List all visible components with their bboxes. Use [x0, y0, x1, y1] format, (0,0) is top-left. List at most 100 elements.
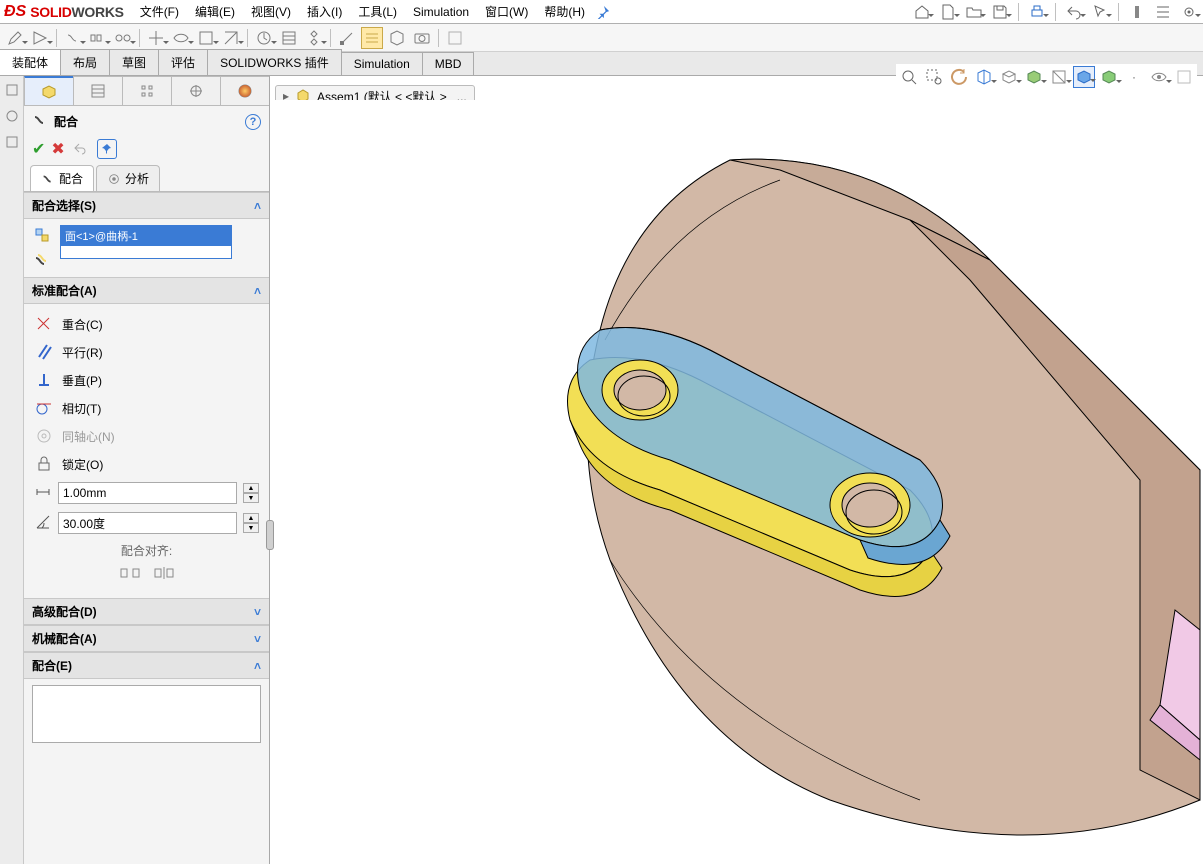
mate-perpendicular-label: 垂直(P) [62, 372, 102, 389]
open-icon[interactable] [964, 2, 984, 22]
distance-input[interactable] [58, 482, 237, 504]
menu-tools[interactable]: 工具(L) [350, 0, 405, 23]
tab-layout[interactable]: 布局 [60, 49, 110, 75]
zoom-area-icon[interactable] [923, 66, 945, 88]
subtab-analyze[interactable]: 分析 [96, 165, 160, 191]
subtab-mate[interactable]: 配合 [30, 165, 94, 191]
mate-perpendicular[interactable]: 垂直(P) [32, 366, 261, 394]
panel-resize-handle[interactable] [266, 520, 274, 550]
distance-icon [34, 483, 52, 504]
menu-window[interactable]: 窗口(W) [477, 0, 536, 23]
subtab-analyze-label: 分析 [125, 170, 149, 187]
distance-spin[interactable]: ▲▼ [243, 483, 259, 503]
entities-icon[interactable] [32, 225, 52, 245]
menu-help[interactable]: 帮助(H) [536, 0, 593, 23]
menu-edit[interactable]: 编辑(E) [187, 0, 243, 23]
mate-coincident[interactable]: 重合(C) [32, 310, 261, 338]
mate-parallel[interactable]: 平行(R) [32, 338, 261, 366]
view-orientation-icon[interactable] [998, 66, 1020, 88]
options-list-icon[interactable] [1153, 2, 1173, 22]
multi-mate-icon[interactable] [32, 251, 52, 271]
undo-button[interactable] [71, 139, 91, 159]
mate-coincident-label: 重合(C) [62, 316, 103, 333]
edit-appearance-icon[interactable] [1073, 66, 1095, 88]
cmd-speedpak-icon[interactable] [361, 27, 383, 49]
tab-evaluate[interactable]: 评估 [158, 49, 208, 75]
home-icon[interactable] [912, 2, 932, 22]
cmd-camera-icon[interactable] [411, 27, 433, 49]
cmd-extra-icon[interactable] [444, 27, 466, 49]
mates-list-box[interactable] [32, 685, 261, 743]
tab-sketch[interactable]: 草图 [109, 49, 159, 75]
strip-icon-3[interactable] [2, 132, 22, 152]
apply-scene-icon[interactable] [1098, 66, 1120, 88]
cmd-linear-pattern-icon[interactable] [87, 27, 109, 49]
manager-tab-config[interactable] [122, 76, 172, 105]
align-anti-icon[interactable] [154, 563, 174, 583]
mate-concentric[interactable]: 同轴心(N) [32, 422, 261, 450]
group-advanced-header[interactable]: 高级配合(D) ˅ [24, 598, 269, 625]
manager-tab-render[interactable] [220, 76, 269, 105]
new-doc-icon[interactable] [938, 2, 958, 22]
tab-addins[interactable]: SOLIDWORKS 插件 [207, 49, 342, 75]
property-manager-panel: 配合 ? ✔ ✖ 配合 分析 配合选择(S) ˄ [0, 76, 270, 864]
align-same-icon[interactable] [120, 563, 140, 583]
zoom-fit-icon[interactable] [898, 66, 920, 88]
cmd-snapshot-icon[interactable] [386, 27, 408, 49]
cmd-new-motion-study-icon[interactable] [253, 27, 275, 49]
menu-insert[interactable]: 插入(I) [299, 0, 350, 23]
rebuild-icon[interactable] [1127, 2, 1147, 22]
settings-gear-icon[interactable] [1179, 2, 1199, 22]
mate-lock[interactable]: 锁定(O) [32, 450, 261, 478]
cmd-instant3d-icon[interactable] [336, 27, 358, 49]
menu-view[interactable]: 视图(V) [243, 0, 299, 23]
select-icon[interactable] [1090, 2, 1110, 22]
selection-entry[interactable]: 面<1>@曲柄-1 [61, 226, 231, 246]
hide-show-items-icon[interactable] [1048, 66, 1070, 88]
view-settings-icon[interactable] [1148, 66, 1170, 88]
group-selection-header[interactable]: 配合选择(S) ˄ [24, 192, 269, 219]
pin-menu-icon[interactable] [593, 2, 613, 22]
selection-list[interactable]: 面<1>@曲柄-1 [60, 225, 232, 259]
strip-icon-2[interactable] [2, 106, 22, 126]
manager-tab-property[interactable] [73, 76, 123, 105]
save-icon[interactable] [990, 2, 1010, 22]
group-mechanical-header[interactable]: 机械配合(A) ˅ [24, 625, 269, 652]
menu-file[interactable]: 文件(F) [132, 0, 187, 23]
cmd-mate-icon[interactable] [62, 27, 84, 49]
group-mates-header[interactable]: 配合(E) ˄ [24, 652, 269, 679]
manager-tab-feature[interactable] [24, 76, 74, 105]
cmd-edit-component-icon[interactable] [4, 27, 26, 49]
ok-button[interactable]: ✔ [32, 139, 45, 159]
strip-icon-1[interactable] [2, 80, 22, 100]
undo-icon[interactable] [1064, 2, 1084, 22]
cmd-exploded-view-icon[interactable] [303, 27, 325, 49]
command-toolbar [0, 24, 1203, 52]
menu-simulation[interactable]: Simulation [405, 2, 477, 22]
angle-input[interactable] [58, 512, 237, 534]
tab-mbd[interactable]: MBD [422, 52, 475, 75]
manager-tab-dimxpert[interactable] [171, 76, 221, 105]
cancel-button[interactable]: ✖ [51, 139, 64, 159]
cmd-bom-icon[interactable] [278, 27, 300, 49]
group-standard-header[interactable]: 标准配合(A) ˄ [24, 277, 269, 304]
hud-extra-icon[interactable] [1173, 66, 1195, 88]
cmd-show-hidden-icon[interactable] [170, 27, 192, 49]
cmd-reference-geometry-icon[interactable] [220, 27, 242, 49]
display-style-icon[interactable] [1023, 66, 1045, 88]
cmd-assembly-features-icon[interactable] [195, 27, 217, 49]
previous-view-icon[interactable] [948, 66, 970, 88]
cmd-insert-component-icon[interactable] [29, 27, 51, 49]
keep-visible-pin-icon[interactable] [97, 139, 117, 159]
separator [1118, 3, 1119, 21]
tab-simulation[interactable]: Simulation [341, 52, 423, 75]
angle-spin[interactable]: ▲▼ [243, 513, 259, 533]
cmd-smart-fasteners-icon[interactable] [112, 27, 134, 49]
print-icon[interactable] [1027, 2, 1047, 22]
graphics-viewport[interactable] [270, 100, 1203, 864]
section-view-icon[interactable] [973, 66, 995, 88]
mate-tangent[interactable]: 相切(T) [32, 394, 261, 422]
tab-assembly[interactable]: 装配体 [0, 49, 61, 75]
cmd-move-component-icon[interactable] [145, 27, 167, 49]
help-icon[interactable]: ? [245, 114, 261, 130]
